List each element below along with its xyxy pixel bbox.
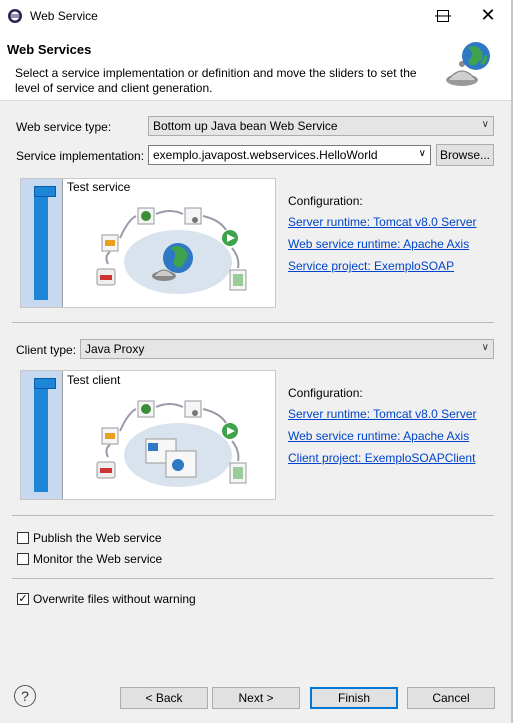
service-config-title: Configuration:: [288, 194, 363, 208]
service-slider-fill: [34, 196, 48, 300]
help-button[interactable]: ?: [14, 685, 36, 707]
close-button[interactable]: ✕: [465, 0, 511, 31]
monitor-checkbox[interactable]: [17, 553, 29, 565]
overwrite-label: Overwrite files without warning: [33, 592, 196, 606]
client-config-title: Configuration:: [288, 386, 363, 400]
maximize-icon: [437, 10, 449, 22]
next-button[interactable]: Next >: [212, 687, 300, 709]
finish-button[interactable]: Finish: [310, 687, 398, 709]
separator: [12, 515, 494, 516]
service-impl-input[interactable]: exemplo.javapost.webservices.HelloWorld …: [148, 145, 431, 165]
web-service-globe-icon: [440, 38, 496, 94]
client-diagram: [90, 391, 270, 496]
client-slider-fill: [34, 388, 48, 492]
service-ws-runtime-link[interactable]: Web service runtime: Apache Axis: [288, 237, 469, 251]
overwrite-checkbox[interactable]: ✓: [17, 593, 29, 605]
client-type-label: Client type:: [16, 343, 77, 357]
service-slider-thumb[interactable]: [34, 186, 56, 197]
cancel-button[interactable]: Cancel: [407, 687, 495, 709]
browse-button[interactable]: Browse...: [436, 144, 494, 166]
chevron-down-icon: ∨: [481, 342, 489, 353]
client-slider-thumb[interactable]: [34, 378, 56, 389]
service-type-combo[interactable]: Bottom up Java bean Web Service ∨: [148, 116, 494, 136]
service-impl-label: Service implementation:: [16, 149, 145, 163]
client-server-runtime-link[interactable]: Server runtime: Tomcat v8.0 Server: [288, 407, 477, 421]
client-type-combo[interactable]: Java Proxy ∨: [80, 339, 494, 359]
service-impl-value: exemplo.javapost.webservices.HelloWorld: [153, 148, 378, 162]
separator: [12, 322, 494, 323]
window-title: Web Service: [30, 9, 98, 23]
monitor-label: Monitor the Web service: [33, 552, 163, 566]
chevron-down-icon: ∨: [481, 119, 489, 130]
publish-label: Publish the Web service: [33, 531, 162, 545]
client-ws-runtime-link[interactable]: Web service runtime: Apache Axis: [288, 429, 469, 443]
service-type-label: Web service type:: [16, 120, 112, 134]
checkmark-icon: ✓: [18, 592, 28, 605]
service-project-link[interactable]: Service project: ExemploSOAP: [288, 259, 454, 273]
service-slider-label: Test service: [67, 180, 131, 194]
service-server-runtime-link[interactable]: Server runtime: Tomcat v8.0 Server: [288, 215, 477, 229]
client-type-value: Java Proxy: [85, 342, 145, 356]
client-slider-label: Test client: [67, 373, 121, 387]
service-type-value: Bottom up Java bean Web Service: [153, 119, 338, 133]
client-project-link[interactable]: Client project: ExemploSOAPClient: [288, 451, 475, 465]
help-icon: ?: [21, 688, 29, 704]
service-diagram: [90, 198, 270, 303]
chevron-down-icon: ∨: [418, 148, 426, 159]
page-title: Web Services: [7, 42, 92, 57]
back-button[interactable]: < Back: [120, 687, 208, 709]
separator: [12, 578, 494, 579]
eclipse-icon: [7, 8, 23, 24]
close-icon: ✕: [480, 5, 496, 25]
publish-checkbox[interactable]: [17, 532, 29, 544]
page-description: Select a service implementation or defin…: [15, 66, 417, 95]
